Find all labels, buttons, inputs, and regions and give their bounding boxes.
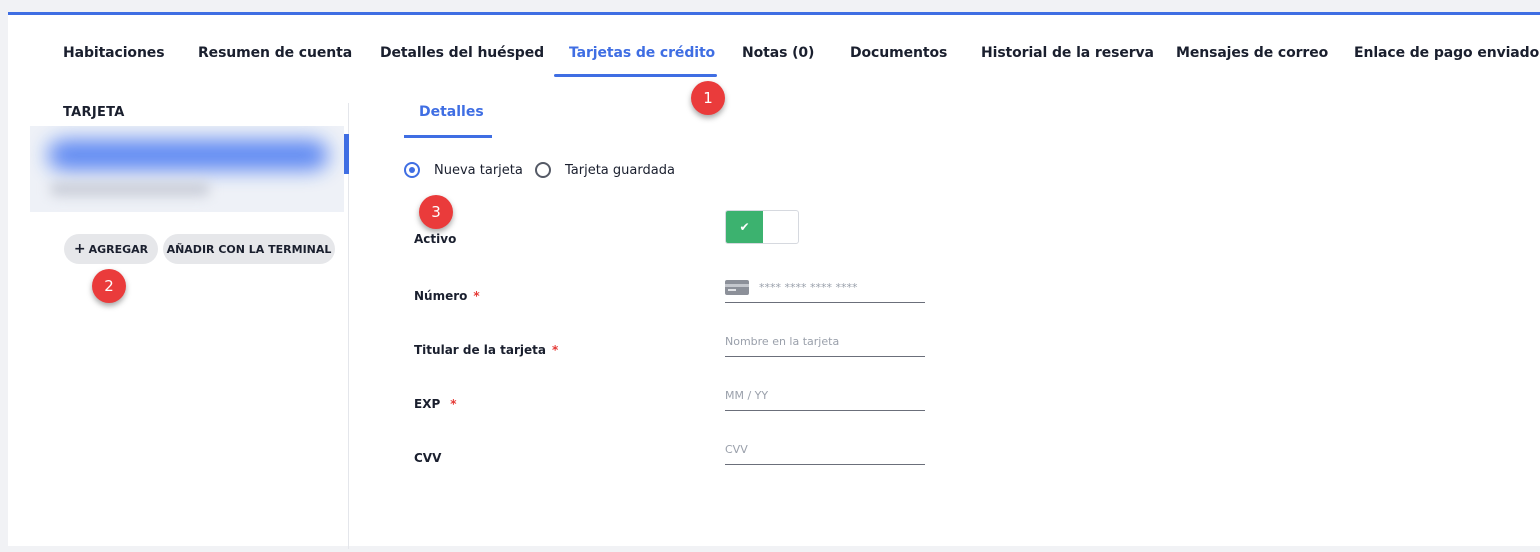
tab-notas[interactable]: Notas (0) [742,45,814,61]
cvv-input[interactable] [725,443,925,456]
cards-panel: TARJETA + AGREGAR AÑADIR CON LA TERMINAL… [8,103,349,549]
expiry-field[interactable] [725,381,925,411]
tab-documentos[interactable]: Documentos [850,45,947,61]
radio-saved-card-label: Tarjeta guardada [565,162,675,178]
tab-bar: Habitaciones Resumen de cuenta Detalles … [8,15,1540,81]
cvv-label: CVV [414,451,442,465]
expiry-input[interactable] [725,389,925,402]
card-number-redacted [48,140,328,170]
add-with-terminal-button[interactable]: AÑADIR CON LA TERMINAL [163,234,335,264]
plus-icon: + [73,241,86,257]
add-card-button[interactable]: + AGREGAR [64,234,158,264]
tab-enlace-de-pago-enviado[interactable]: Enlace de pago enviado [1354,45,1539,61]
exp-label-text: EXP [414,397,441,411]
radio-new-card-circle[interactable] [404,162,420,178]
tab-mensajes-de-correo[interactable]: Mensajes de correo [1176,45,1328,61]
card-holder-input[interactable] [725,335,925,348]
radio-saved-card-circle[interactable] [535,162,551,178]
required-mark: * [473,289,480,303]
credit-card-icon [725,280,749,295]
step-marker-3: 3 [419,195,453,229]
tab-detalles[interactable]: Detalles [419,104,484,120]
radio-saved-card[interactable]: Tarjeta guardada [535,162,675,178]
radio-new-card[interactable]: Nueva tarjeta [404,162,523,178]
check-icon: ✔ [726,211,763,243]
holder-label: Titular de la tarjeta * [414,343,558,357]
card-holder-field[interactable] [725,327,925,357]
exp-label: EXP * [414,397,457,411]
required-mark: * [552,343,559,357]
reservation-panel: Habitaciones Resumen de cuenta Detalles … [8,12,1540,549]
step-marker-1: 1 [691,81,725,115]
radio-new-card-label: Nueva tarjeta [434,162,523,178]
step-marker-2: 2 [92,269,126,303]
required-mark: * [450,397,457,411]
active-tab-indicator [554,74,717,77]
card-holder-redacted [50,182,210,196]
tab-tarjetas-de-credito[interactable]: Tarjetas de crédito [569,45,715,61]
number-label-text: Número [414,289,468,303]
saved-card-item[interactable] [30,126,344,212]
add-card-button-label: AGREGAR [88,242,149,256]
details-tab-indicator [404,135,492,138]
active-label: Activo [414,232,457,246]
tab-detalles-del-huesped[interactable]: Detalles del huésped [380,45,544,61]
holder-label-text: Titular de la tarjeta [414,343,547,357]
selected-card-indicator [344,134,349,174]
active-toggle[interactable]: ✔ [725,210,799,244]
tab-resumen-de-cuenta[interactable]: Resumen de cuenta [198,45,352,61]
card-number-field[interactable] [725,273,925,303]
cards-panel-title: TARJETA [63,105,125,120]
card-number-input[interactable] [759,281,925,294]
number-label: Número * [414,289,480,303]
tab-historial-de-la-reserva[interactable]: Historial de la reserva [981,45,1154,61]
cvv-field[interactable] [725,435,925,465]
tab-habitaciones[interactable]: Habitaciones [63,45,165,61]
